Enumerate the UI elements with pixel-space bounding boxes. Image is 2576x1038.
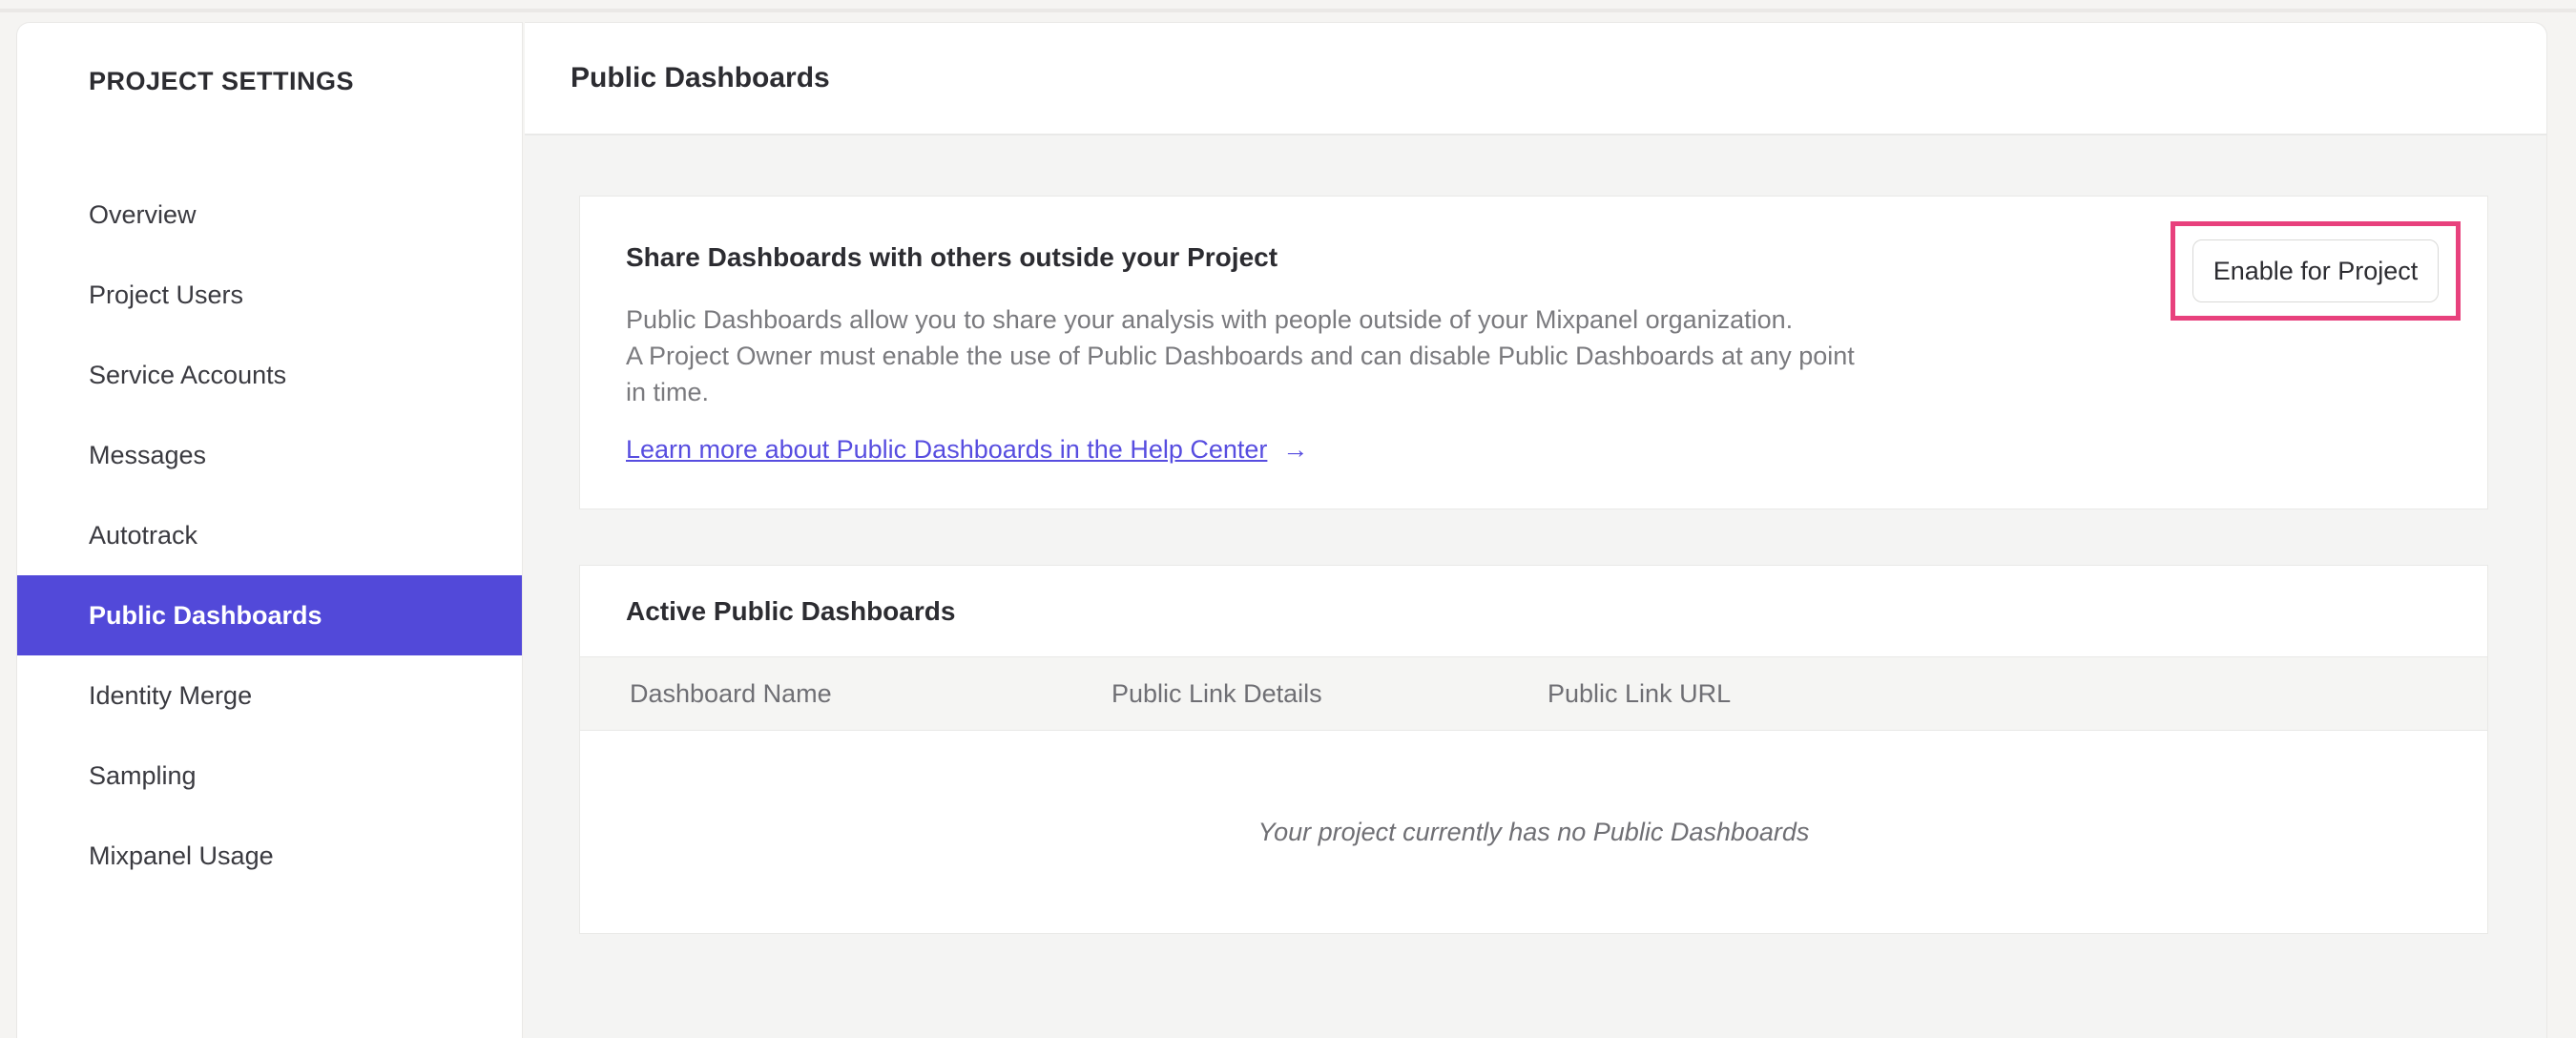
share-card-description-line: Public Dashboards allow you to share you…: [626, 305, 1794, 334]
share-card-description-line: in time.: [626, 378, 710, 406]
column-header-public-link-url: Public Link URL: [1548, 678, 1732, 708]
active-card-heading: Active Public Dashboards: [626, 596, 956, 626]
sidebar-item-autotrack[interactable]: Autotrack: [17, 495, 522, 575]
column-header-public-link-details: Public Link Details: [1111, 678, 1322, 708]
sidebar-item-project-users[interactable]: Project Users: [17, 255, 522, 335]
sidebar-title: PROJECT SETTINGS: [89, 67, 355, 95]
sidebar-item-public-dashboards[interactable]: Public Dashboards: [17, 575, 522, 655]
share-card-heading: Share Dashboards with others outside you…: [626, 242, 1278, 272]
main-content: Share Dashboards with others outside you…: [525, 135, 2546, 1038]
share-card-description-line: A Project Owner must enable the use of P…: [626, 342, 1855, 370]
arrow-right-icon: →: [1282, 435, 1309, 464]
project-settings-sidebar: PROJECT SETTINGS Overview Project Users …: [16, 22, 523, 1038]
highlight-annotation-box: Enable for Project: [2171, 221, 2461, 321]
main-header: Public Dashboards: [525, 23, 2546, 135]
page-title: Public Dashboards: [571, 62, 830, 93]
enable-for-project-button[interactable]: Enable for Project: [2192, 239, 2439, 302]
page-top-divider: [0, 9, 2576, 12]
sidebar-item-messages[interactable]: Messages: [17, 415, 522, 495]
sidebar-item-overview[interactable]: Overview: [17, 175, 522, 255]
sidebar-item-sampling[interactable]: Sampling: [17, 736, 522, 816]
sidebar-item-service-accounts[interactable]: Service Accounts: [17, 335, 522, 415]
column-header-dashboard-name: Dashboard Name: [630, 678, 832, 708]
sidebar-item-mixpanel-usage[interactable]: Mixpanel Usage: [17, 816, 522, 896]
help-center-link-row: Learn more about Public Dashboards in th…: [626, 435, 2125, 465]
share-dashboards-card: Share Dashboards with others outside you…: [579, 196, 2488, 509]
dashboards-table-header: Dashboard Name Public Link Details Publi…: [580, 656, 2487, 731]
sidebar-nav: Overview Project Users Service Accounts …: [17, 175, 522, 896]
share-card-description: Public Dashboards allow you to share you…: [626, 301, 2125, 410]
main-panel: Public Dashboards Share Dashboards with …: [525, 22, 2547, 1038]
help-center-link[interactable]: Learn more about Public Dashboards in th…: [626, 435, 1267, 465]
empty-state-message: Your project currently has no Public Das…: [1257, 817, 1810, 846]
dashboards-table-empty-state: Your project currently has no Public Das…: [580, 731, 2487, 933]
sidebar-item-identity-merge[interactable]: Identity Merge: [17, 655, 522, 736]
active-card-header: Active Public Dashboards: [580, 566, 2487, 656]
active-public-dashboards-card: Active Public Dashboards Dashboard Name …: [579, 565, 2488, 934]
